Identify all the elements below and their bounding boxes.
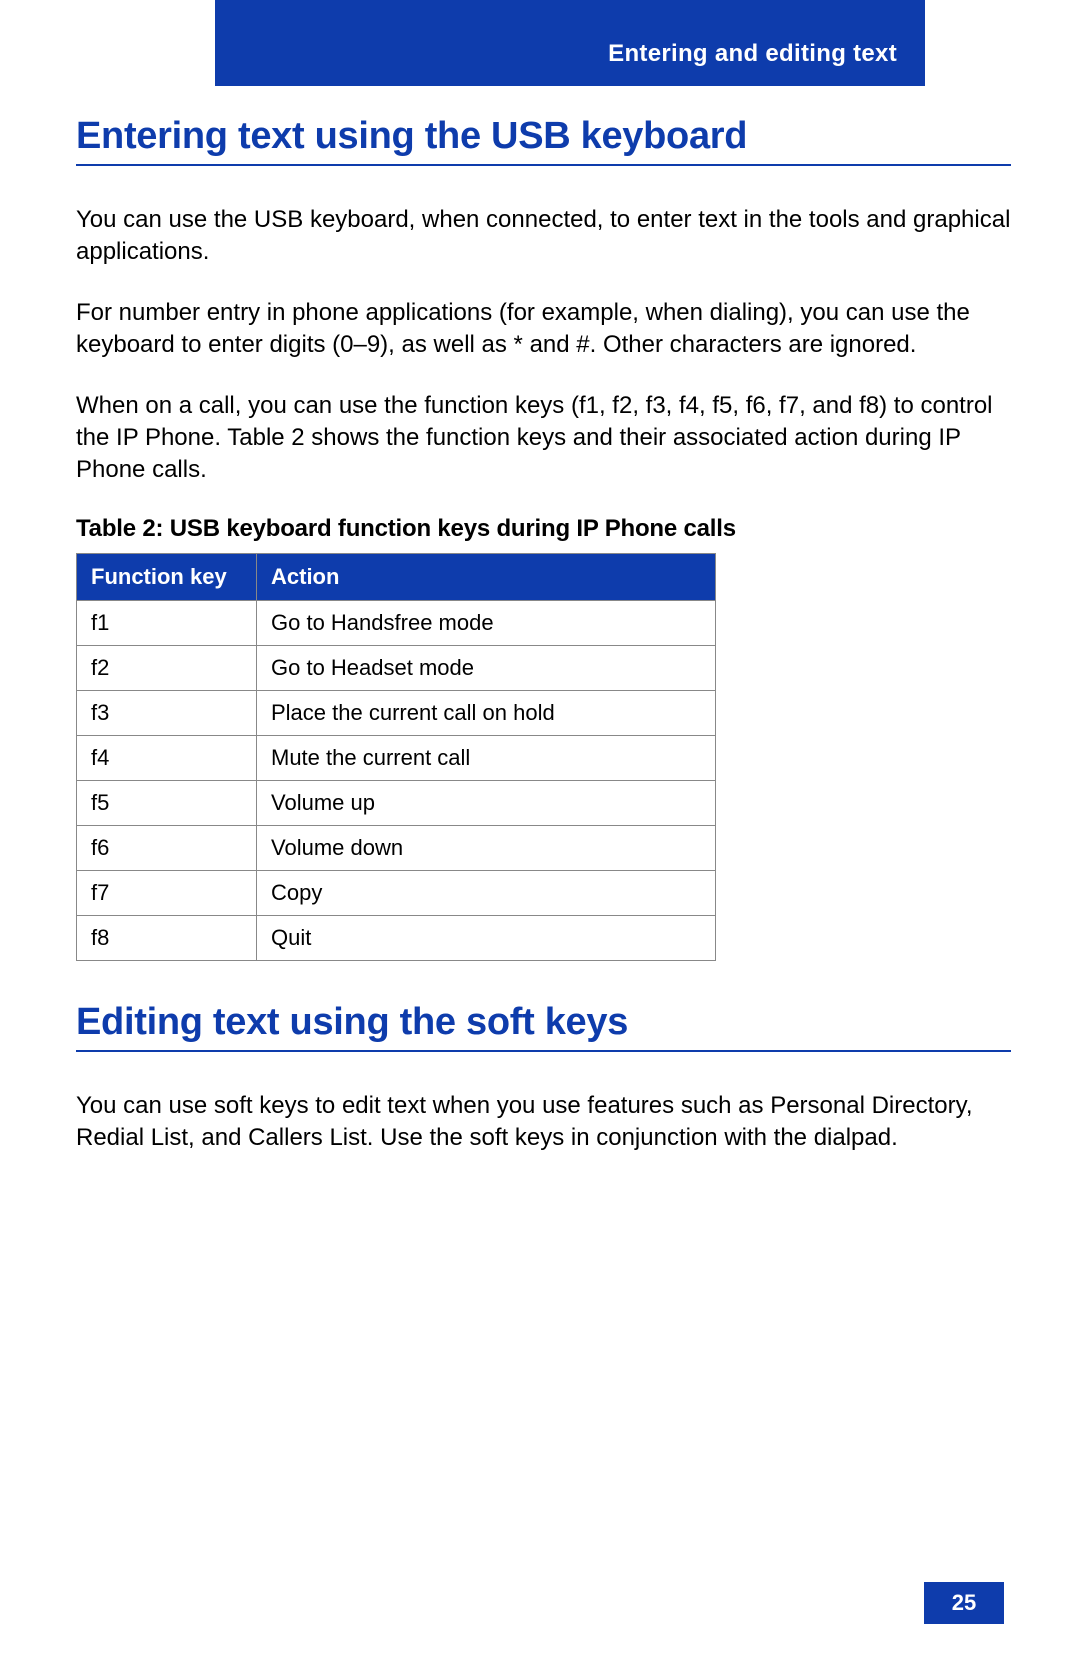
cell-action: Quit [257, 915, 716, 960]
cell-action: Volume up [257, 780, 716, 825]
para-usb-3: When on a call, you can use the function… [76, 390, 1011, 487]
heading-usb-keyboard: Entering text using the USB keyboard [76, 115, 1011, 166]
cell-key: f7 [77, 870, 257, 915]
page-content: Entering text using the USB keyboard You… [76, 115, 1011, 1183]
function-key-table: Function key Action f1Go to Handsfree mo… [76, 553, 716, 961]
table-row: f1Go to Handsfree mode [77, 600, 716, 645]
header-tab: Entering and editing text [215, 0, 925, 86]
cell-key: f5 [77, 780, 257, 825]
table-row: f3Place the current call on hold [77, 690, 716, 735]
table-row: f6Volume down [77, 825, 716, 870]
table-row: f4Mute the current call [77, 735, 716, 780]
th-function-key: Function key [77, 553, 257, 600]
page-number: 25 [924, 1582, 1004, 1624]
table-row: f2Go to Headset mode [77, 645, 716, 690]
cell-key: f3 [77, 690, 257, 735]
table-row: f8Quit [77, 915, 716, 960]
cell-action: Copy [257, 870, 716, 915]
table-row: f5Volume up [77, 780, 716, 825]
cell-action: Place the current call on hold [257, 690, 716, 735]
cell-key: f2 [77, 645, 257, 690]
table-row: f7Copy [77, 870, 716, 915]
cell-key: f4 [77, 735, 257, 780]
cell-key: f1 [77, 600, 257, 645]
cell-action: Volume down [257, 825, 716, 870]
th-action: Action [257, 553, 716, 600]
cell-key: f6 [77, 825, 257, 870]
para-soft-1: You can use soft keys to edit text when … [76, 1090, 1011, 1155]
cell-key: f8 [77, 915, 257, 960]
cell-action: Go to Headset mode [257, 645, 716, 690]
para-usb-2: For number entry in phone applications (… [76, 297, 1011, 362]
heading-soft-keys: Editing text using the soft keys [76, 1001, 1011, 1052]
para-usb-1: You can use the USB keyboard, when conne… [76, 204, 1011, 269]
cell-action: Mute the current call [257, 735, 716, 780]
section-title: Entering and editing text [608, 40, 897, 68]
cell-action: Go to Handsfree mode [257, 600, 716, 645]
table-caption: Table 2: USB keyboard function keys duri… [76, 515, 1011, 543]
